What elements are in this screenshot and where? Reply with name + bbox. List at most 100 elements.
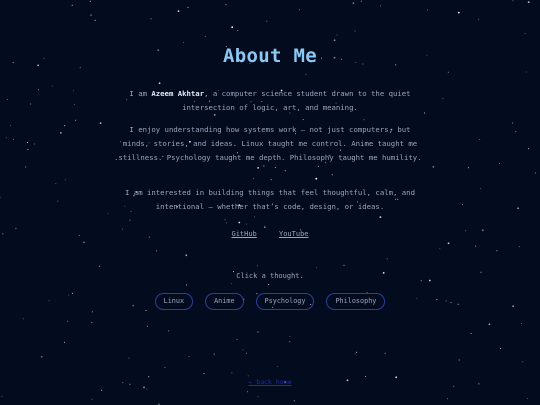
star xyxy=(185,254,188,257)
star xyxy=(462,204,463,206)
star xyxy=(268,284,270,286)
star xyxy=(238,221,241,224)
star xyxy=(168,330,170,332)
back-home-link[interactable]: ← back home xyxy=(0,378,540,386)
star xyxy=(79,67,81,69)
star xyxy=(257,331,259,333)
star xyxy=(384,352,386,354)
star xyxy=(336,34,338,36)
star xyxy=(245,352,247,354)
star xyxy=(27,149,29,150)
thought-chip-psychology[interactable]: Psychology xyxy=(255,293,315,310)
star xyxy=(343,264,345,266)
star xyxy=(64,125,66,127)
star xyxy=(22,318,24,320)
star xyxy=(527,397,529,399)
star xyxy=(57,200,59,202)
star xyxy=(143,386,145,389)
star xyxy=(231,26,234,29)
star xyxy=(365,375,366,377)
star xyxy=(231,283,233,285)
star xyxy=(128,357,130,359)
star xyxy=(379,5,381,7)
star xyxy=(5,137,7,139)
star xyxy=(158,82,161,85)
star xyxy=(512,0,514,2)
star xyxy=(488,323,491,326)
star xyxy=(467,167,469,169)
star xyxy=(518,246,520,248)
star xyxy=(99,122,102,124)
star xyxy=(1,395,3,397)
star xyxy=(252,178,254,179)
star xyxy=(534,172,536,174)
star xyxy=(12,138,14,140)
star xyxy=(247,375,249,377)
star xyxy=(204,36,206,38)
star xyxy=(427,9,428,11)
thought-chips: Linux Anime Psychology Philosophy xyxy=(0,293,540,310)
star xyxy=(458,359,460,361)
thought-chip-anime[interactable]: Anime xyxy=(205,293,244,310)
star xyxy=(67,320,69,322)
youtube-link[interactable]: YouTube xyxy=(279,230,309,238)
star xyxy=(213,353,215,355)
star xyxy=(242,349,244,351)
star xyxy=(6,98,8,100)
star xyxy=(225,222,227,224)
star xyxy=(256,265,258,267)
star xyxy=(363,119,365,121)
star xyxy=(203,373,205,375)
star xyxy=(479,139,481,140)
star xyxy=(315,177,318,180)
star xyxy=(60,132,62,134)
star xyxy=(150,18,152,20)
star xyxy=(146,325,148,327)
star xyxy=(34,143,36,145)
page-title: About Me xyxy=(223,45,317,67)
intro-prefix: I am xyxy=(129,89,152,98)
star xyxy=(40,355,43,358)
thought-prompt: Click a thought. xyxy=(236,272,304,280)
thought-chip-linux[interactable]: Linux xyxy=(154,293,194,310)
star xyxy=(247,391,248,393)
star xyxy=(91,321,93,323)
star xyxy=(289,341,291,343)
star xyxy=(27,142,28,143)
star xyxy=(145,310,147,311)
star xyxy=(528,148,530,150)
star xyxy=(284,170,286,172)
star xyxy=(439,248,441,250)
star xyxy=(15,227,17,229)
interests-paragraph: I enjoy understanding how systems work —… xyxy=(118,125,422,162)
star xyxy=(333,39,336,42)
intro-paragraph: I am Azeem Akhtar, a computer science st… xyxy=(115,87,425,115)
github-link[interactable]: GitHub xyxy=(231,230,256,238)
star xyxy=(270,179,272,181)
star xyxy=(101,389,103,391)
star xyxy=(263,165,265,167)
star xyxy=(257,167,259,169)
star xyxy=(352,2,355,4)
star xyxy=(432,166,435,168)
star xyxy=(478,18,480,20)
social-links: GitHub YouTube xyxy=(0,230,540,238)
star xyxy=(90,14,92,16)
star xyxy=(527,1,530,3)
star xyxy=(72,90,74,92)
star xyxy=(498,162,500,164)
star xyxy=(224,218,226,220)
star xyxy=(274,167,276,168)
star xyxy=(515,131,517,133)
star xyxy=(354,353,356,355)
star xyxy=(188,356,190,357)
star xyxy=(64,341,65,343)
thought-chip-philosophy[interactable]: Philosophy xyxy=(326,293,386,310)
star xyxy=(254,216,255,218)
star xyxy=(236,339,238,341)
star xyxy=(187,6,189,8)
star xyxy=(522,361,524,363)
star xyxy=(183,41,185,43)
star xyxy=(71,4,73,6)
star xyxy=(257,396,259,398)
